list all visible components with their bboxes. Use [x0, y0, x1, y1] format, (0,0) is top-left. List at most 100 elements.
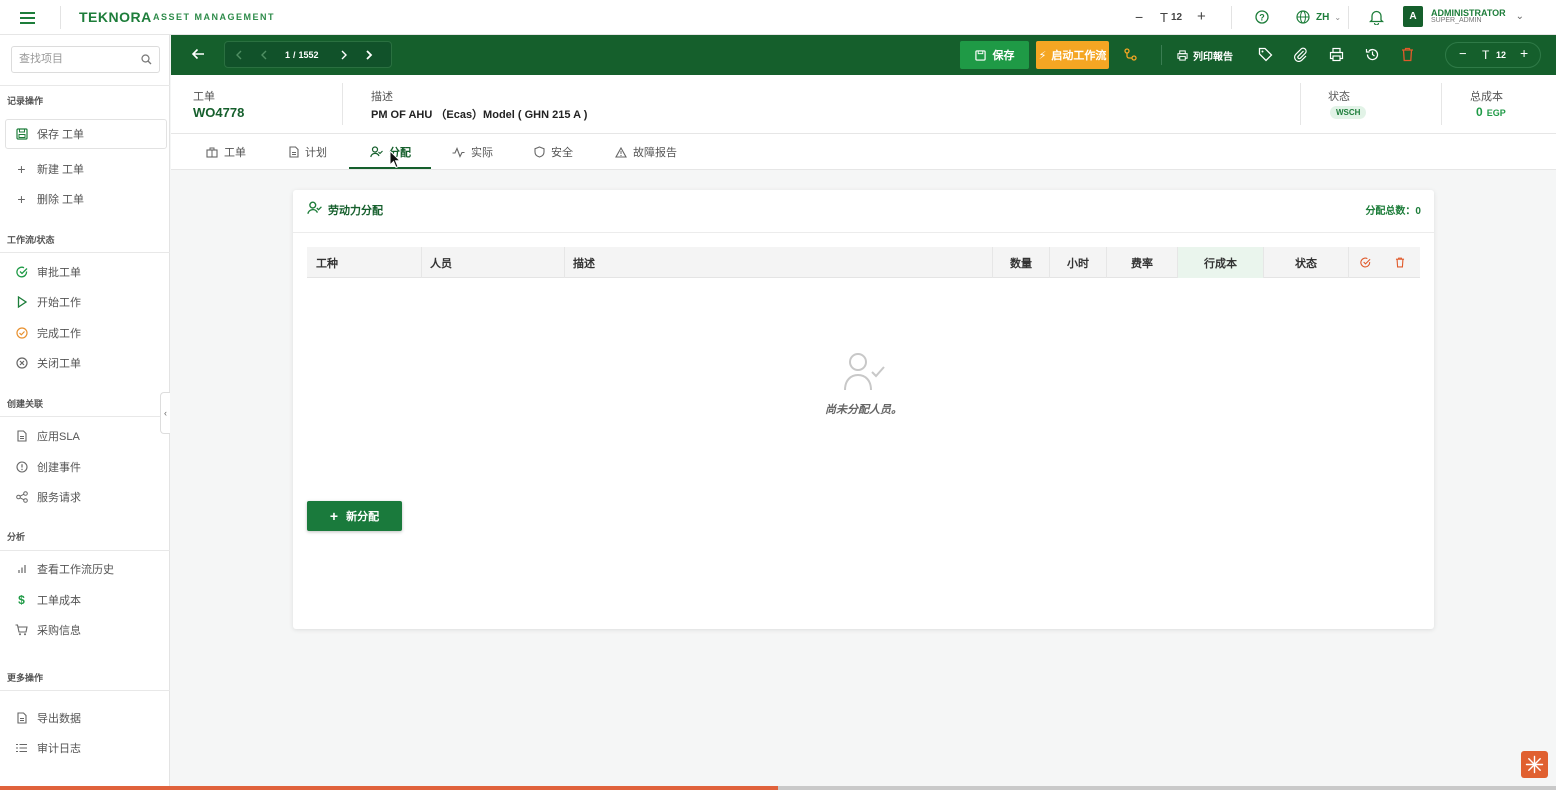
help-icon[interactable]: ? — [1255, 10, 1269, 24]
avatar: A — [1403, 6, 1423, 27]
cart-icon — [15, 624, 28, 636]
start-workflow-button[interactable]: ⚡ 启动工作流 — [1036, 41, 1109, 69]
document-icon — [289, 146, 299, 158]
print-report-button[interactable]: 列印報告 — [1177, 48, 1233, 63]
divider — [1300, 83, 1301, 125]
paperclip-icon[interactable] — [1293, 47, 1308, 62]
column-header[interactable]: 工种 — [307, 247, 422, 278]
notification-bell-icon[interactable] — [1369, 9, 1384, 25]
plus-icon: + — [17, 161, 26, 177]
sidebar-item-service[interactable]: 服务请求 — [15, 488, 81, 506]
font-increase-button[interactable]: + — [1520, 45, 1528, 61]
lightning-icon: ⚡ — [1038, 49, 1047, 62]
sidebar-item-label: 导出数据 — [37, 713, 81, 725]
top-bar: TEKNORA ASSET MANAGEMENT − T 12 + ? ZH ⌄… — [0, 0, 1556, 35]
font-size-value: 12 — [1496, 50, 1507, 60]
font-increase-button[interactable]: + — [1197, 8, 1206, 25]
sidebar-item-label: 审计日志 — [37, 743, 81, 755]
font-decrease-button[interactable]: − — [1135, 9, 1143, 25]
column-header[interactable]: 描述 — [565, 247, 993, 278]
language-selector[interactable]: ZH ⌄ — [1296, 10, 1341, 24]
tab-actual[interactable]: 实际 — [452, 134, 493, 170]
text-size-icon: T — [1160, 10, 1168, 25]
sidebar-item-purchase[interactable]: 采购信息 — [15, 621, 81, 639]
divider — [60, 6, 61, 29]
column-header[interactable]: 人员 — [422, 247, 565, 278]
total-cost: 0 EGP — [1476, 105, 1506, 119]
column-header[interactable]: 数量 — [993, 247, 1050, 278]
tab-safety[interactable]: 安全 — [534, 134, 573, 170]
sidebar-collapse-button[interactable]: ‹ — [160, 392, 170, 434]
column-header[interactable]: 费率 — [1107, 247, 1178, 278]
tag-icon[interactable] — [1258, 47, 1273, 62]
sidebar-item-history[interactable]: 查看工作流历史 — [15, 560, 114, 578]
mouse-cursor-icon — [389, 150, 401, 169]
language-code: ZH — [1316, 11, 1330, 23]
divider — [0, 690, 170, 691]
user-menu[interactable]: A ADMINISTRATOR SUPER_ADMIN ⌄ — [1403, 6, 1524, 27]
sidebar-item-new[interactable]: + 新建 工单 — [15, 160, 84, 178]
font-decrease-button[interactable]: − — [1459, 46, 1467, 61]
tab-label: 计划 — [305, 147, 327, 159]
history-icon[interactable] — [1365, 47, 1380, 62]
tab-fault-report[interactable]: 故障报告 — [615, 134, 677, 170]
search-input[interactable]: 查找项目 — [11, 46, 160, 73]
last-record-icon[interactable] — [365, 49, 373, 60]
sidebar-item-save[interactable]: 保存 工单 — [15, 125, 84, 143]
plus-icon: + — [17, 191, 26, 207]
sidebar-item-label: 查看工作流历史 — [37, 564, 114, 576]
card-header: 劳动力分配 分配总数：0 — [293, 190, 1434, 233]
sidebar-item-export[interactable]: 导出数据 — [15, 709, 81, 727]
sidebar-item-close[interactable]: 关闭工单 — [15, 354, 81, 372]
sidebar-item-label: 服务请求 — [37, 492, 81, 504]
save-button[interactable]: 保存 — [960, 41, 1029, 69]
divider — [0, 550, 170, 551]
back-arrow-icon[interactable] — [191, 47, 205, 61]
column-header[interactable]: 状态 — [1264, 247, 1349, 278]
assistant-logo-icon[interactable] — [1521, 751, 1548, 778]
tab-workorder[interactable]: 工单 — [206, 134, 246, 170]
new-assignment-label: 新分配 — [346, 511, 380, 523]
sidebar-item-label: 工单成本 — [37, 595, 81, 607]
check-all-icon[interactable] — [1360, 257, 1371, 268]
section-title-more: 更多操作 — [7, 673, 44, 683]
sidebar-item-approve[interactable]: 审批工单 — [15, 263, 81, 281]
description-label: 描述 — [371, 91, 393, 103]
brand-subtitle: ASSET MANAGEMENT — [153, 12, 276, 22]
sidebar-item-label: 开始工作 — [37, 297, 81, 309]
divider — [1348, 6, 1349, 29]
delete-icon[interactable] — [1401, 47, 1414, 62]
sidebar-item-label: 保存 工单 — [37, 129, 85, 141]
printer-icon — [1177, 50, 1188, 61]
sidebar-item-audit[interactable]: 审计日志 — [15, 739, 81, 757]
prev-record-icon[interactable] — [260, 50, 268, 60]
sidebar-item-start[interactable]: 开始工作 — [15, 293, 81, 311]
search-icon — [141, 54, 152, 65]
user-check-icon — [307, 201, 322, 215]
new-assignment-button[interactable]: + 新分配 — [307, 501, 402, 531]
sidebar-item-delete[interactable]: + 删除 工单 — [15, 190, 84, 208]
next-record-icon[interactable] — [340, 50, 348, 60]
font-size-control: − T 12 + — [1445, 42, 1541, 68]
column-header[interactable]: 行成本 — [1178, 247, 1264, 278]
font-size-value: 12 — [1170, 12, 1183, 23]
total-assignments: 分配总数：0 — [1365, 206, 1421, 217]
delete-all-icon[interactable] — [1395, 257, 1405, 268]
sidebar-item-cost[interactable]: $ 工单成本 — [15, 591, 81, 609]
hamburger-menu-icon[interactable] — [20, 9, 37, 26]
dollar-icon: $ — [18, 593, 25, 607]
first-record-icon[interactable] — [235, 50, 243, 60]
sidebar-item-complete[interactable]: 完成工作 — [15, 324, 81, 342]
tab-label: 工单 — [224, 147, 246, 159]
sidebar-item-label: 创建事件 — [37, 462, 81, 474]
sidebar-item-sla[interactable]: 应用SLA — [15, 427, 80, 445]
column-header[interactable]: 小时 — [1050, 247, 1107, 278]
print-icon[interactable] — [1329, 47, 1344, 62]
wo-value: WO4778 — [193, 105, 245, 120]
warning-icon — [615, 146, 627, 158]
tab-plan[interactable]: 计划 — [289, 134, 327, 170]
tab-label: 实际 — [471, 147, 493, 159]
route-icon[interactable] — [1124, 48, 1137, 61]
sidebar-item-event[interactable]: 创建事件 — [15, 458, 81, 476]
complete-circle-icon — [15, 327, 28, 339]
